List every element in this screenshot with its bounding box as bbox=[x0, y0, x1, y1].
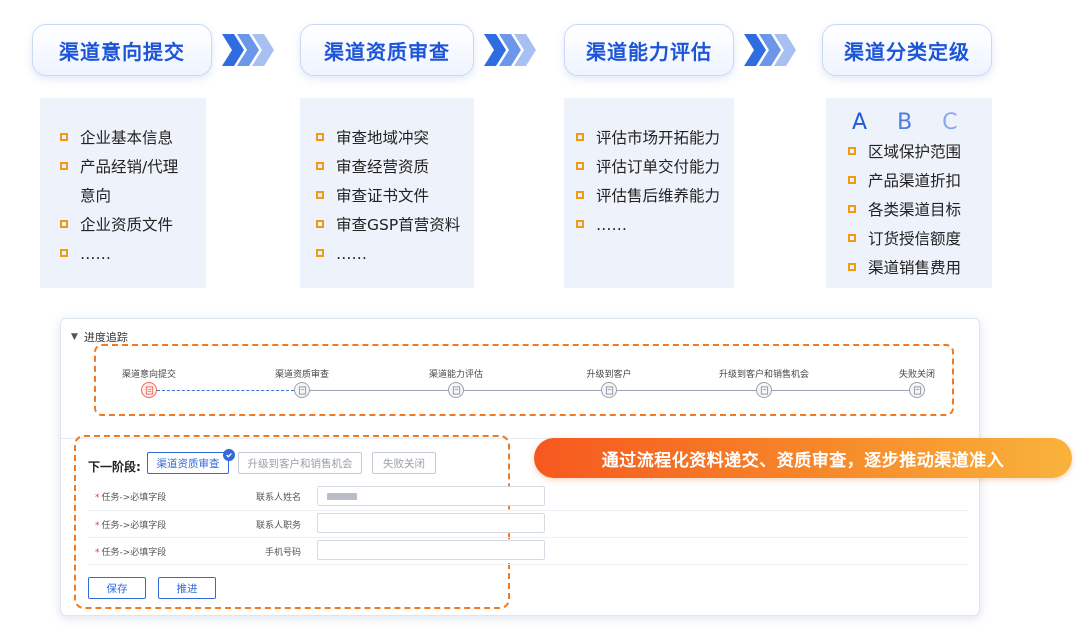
list-item: 意向 bbox=[80, 187, 112, 205]
task-label: * 任务->必填字段 bbox=[95, 521, 167, 531]
redacted-value bbox=[327, 493, 357, 500]
list-item: 产品渠道折扣 bbox=[848, 167, 992, 196]
chevron-arrows-icon bbox=[744, 34, 796, 66]
list-item: 企业基本信息 bbox=[60, 124, 206, 153]
phone-input[interactable] bbox=[317, 540, 545, 560]
list-item: 评估市场开拓能力 bbox=[576, 124, 734, 153]
list-item: 审查证书文件 bbox=[316, 182, 474, 211]
square-bullet-icon bbox=[576, 191, 584, 199]
stage-card-capability: 评估市场开拓能力 评估订单交付能力 评估售后维养能力 …… bbox=[564, 98, 734, 288]
square-bullet-icon bbox=[316, 162, 324, 170]
list-item: 订货授信额度 bbox=[848, 225, 992, 254]
stage-card-qualification: 审查地域冲突 审查经营资质 审查证书文件 审查GSP首营资料 …… bbox=[300, 98, 474, 288]
square-bullet-icon bbox=[576, 133, 584, 141]
next-stage-label: 下一阶段: bbox=[88, 460, 141, 474]
section-title: 进度追踪 bbox=[83, 331, 128, 344]
task-label: * 任务->必填字段 bbox=[95, 548, 167, 558]
progress-line-done bbox=[157, 390, 294, 391]
step-node[interactable] bbox=[909, 382, 925, 398]
grade-c: C bbox=[942, 110, 958, 135]
stage-option-fail-button[interactable]: 失败关闭 bbox=[372, 452, 436, 474]
stage-pill-grading: 渠道分类定级 bbox=[822, 24, 992, 76]
grade-a: A bbox=[852, 110, 868, 135]
document-icon bbox=[760, 385, 768, 395]
step-label: 升级到客户 bbox=[586, 370, 632, 380]
square-bullet-icon bbox=[60, 220, 68, 228]
list-item: 审查GSP首营资料 bbox=[316, 211, 474, 240]
divider bbox=[88, 537, 968, 538]
progress-track-highlight bbox=[94, 344, 954, 416]
field-label: 手机号码 bbox=[264, 548, 301, 558]
square-bullet-icon bbox=[60, 249, 68, 257]
list-item: 评估售后维养能力 bbox=[576, 182, 734, 211]
task-label: * 任务->必填字段 bbox=[95, 493, 167, 503]
step-node[interactable] bbox=[448, 382, 464, 398]
stage-option-qualification-button[interactable]: 渠道资质审查 bbox=[147, 452, 229, 474]
step-node[interactable] bbox=[294, 382, 310, 398]
square-bullet-icon bbox=[316, 191, 324, 199]
document-icon bbox=[145, 385, 153, 395]
chevron-arrows-icon bbox=[222, 34, 274, 66]
divider bbox=[88, 564, 968, 565]
step-node[interactable] bbox=[601, 382, 617, 398]
check-icon bbox=[223, 449, 235, 461]
advance-button[interactable]: 推进 bbox=[158, 577, 216, 599]
step-label: 升级到客户和销售机会 bbox=[718, 370, 810, 380]
square-bullet-icon bbox=[60, 162, 68, 170]
section-header[interactable]: ▼ 进度追踪 bbox=[71, 329, 128, 345]
save-button[interactable]: 保存 bbox=[88, 577, 146, 599]
list-item: …… bbox=[576, 211, 734, 240]
list-item: …… bbox=[316, 240, 474, 269]
step-node-current[interactable] bbox=[141, 382, 157, 398]
divider bbox=[88, 510, 968, 511]
document-icon bbox=[605, 385, 613, 395]
square-bullet-icon bbox=[316, 133, 324, 141]
document-icon bbox=[452, 385, 460, 395]
list-item: 审查地域冲突 bbox=[316, 124, 474, 153]
square-bullet-icon bbox=[848, 263, 856, 271]
square-bullet-icon bbox=[848, 147, 856, 155]
callout-banner: 通过流程化资料递交、资质审查，逐步推动渠道准入 bbox=[534, 438, 1072, 478]
square-bullet-icon bbox=[316, 249, 324, 257]
document-icon bbox=[913, 385, 921, 395]
contact-title-input[interactable] bbox=[317, 513, 545, 533]
list-item: 区域保护范围 bbox=[848, 138, 992, 167]
grade-letters: A B C bbox=[848, 110, 992, 136]
square-bullet-icon bbox=[316, 220, 324, 228]
stage-pill-qualification: 渠道资质审查 bbox=[300, 24, 474, 76]
step-label: 失败关闭 bbox=[898, 370, 936, 380]
list-item: 渠道销售费用 bbox=[848, 254, 992, 283]
list-item: 产品经销/代理 bbox=[60, 153, 206, 182]
square-bullet-icon bbox=[576, 220, 584, 228]
square-bullet-icon bbox=[848, 234, 856, 242]
square-bullet-icon bbox=[848, 176, 856, 184]
document-icon bbox=[298, 385, 306, 395]
list-item: 企业资质文件 bbox=[60, 211, 206, 240]
square-bullet-icon bbox=[60, 133, 68, 141]
list-item: 审查经营资质 bbox=[316, 153, 474, 182]
field-label: 联系人职务 bbox=[255, 521, 301, 531]
square-bullet-icon bbox=[576, 162, 584, 170]
chevron-down-icon[interactable]: ▼ bbox=[71, 332, 78, 342]
step-label: 渠道意向提交 bbox=[121, 370, 177, 380]
step-label: 渠道能力评估 bbox=[428, 370, 484, 380]
square-bullet-icon bbox=[848, 205, 856, 213]
step-label: 渠道资质审查 bbox=[274, 370, 330, 380]
step-node[interactable] bbox=[756, 382, 772, 398]
field-label: 联系人姓名 bbox=[255, 493, 301, 503]
stage-option-upgrade-button[interactable]: 升级到客户和销售机会 bbox=[238, 452, 362, 474]
list-item: …… bbox=[60, 240, 206, 269]
stage-pill-intent: 渠道意向提交 bbox=[32, 24, 212, 76]
chevron-arrows-icon bbox=[484, 34, 536, 66]
stage-card-grading: A B C 区域保护范围 产品渠道折扣 各类渠道目标 订货授信额度 渠道销售费用 bbox=[826, 98, 992, 288]
stage-card-intent: 企业基本信息 产品经销/代理 意向 企业资质文件 …… bbox=[40, 98, 206, 288]
stage-pill-capability: 渠道能力评估 bbox=[564, 24, 734, 76]
list-item: 各类渠道目标 bbox=[848, 196, 992, 225]
list-item: 评估订单交付能力 bbox=[576, 153, 734, 182]
grade-b: B bbox=[897, 110, 913, 135]
